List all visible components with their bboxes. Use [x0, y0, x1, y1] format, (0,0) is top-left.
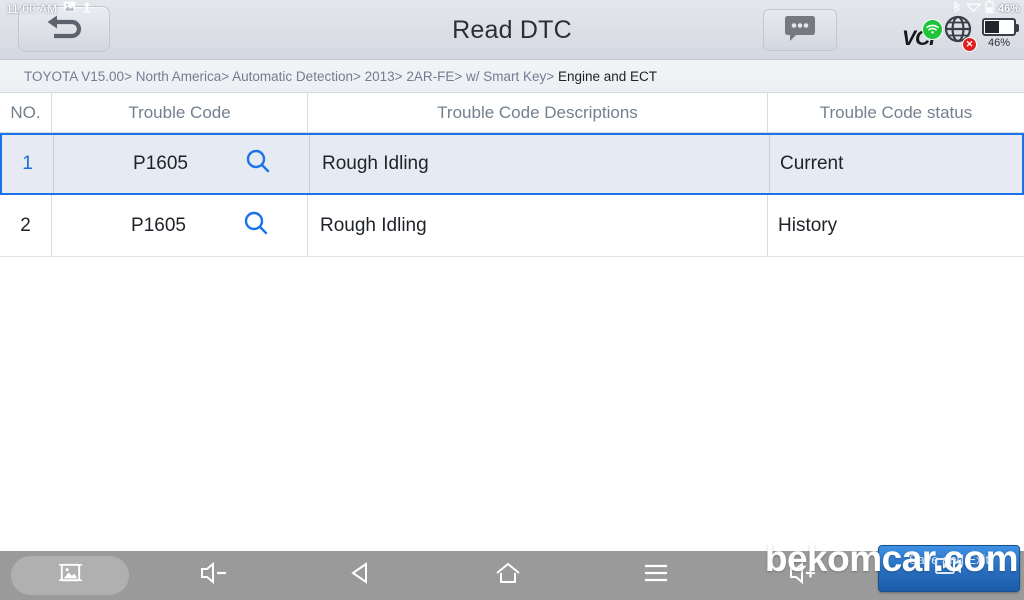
- trouble-code-value: P1605: [131, 214, 186, 236]
- breadcrumb-separator: >: [221, 68, 230, 84]
- column-header-no: NO.: [10, 102, 41, 122]
- cell-status: History: [767, 195, 1024, 256]
- dtc-table: NO. Trouble Code Trouble Code Descriptio…: [0, 93, 1024, 551]
- vci-indicator[interactable]: VCI: [902, 19, 943, 49]
- column-header-description: Trouble Code Descriptions: [307, 93, 767, 132]
- breadcrumb-item-1[interactable]: North America: [136, 69, 222, 84]
- chat-button[interactable]: [763, 9, 837, 51]
- save-and-exit-label: Save and Exit: [908, 552, 990, 567]
- column-header-code: Trouble Code: [51, 93, 307, 132]
- column-header-status: Trouble Code status: [767, 93, 1024, 132]
- breadcrumb-item-0[interactable]: TOYOTA V15.00: [24, 69, 124, 84]
- search-icon[interactable]: [244, 147, 272, 181]
- screenshot-button[interactable]: [0, 551, 140, 600]
- chat-bubble-icon: [783, 14, 817, 47]
- cell-status: Current: [769, 135, 1022, 193]
- breadcrumb-bar: TOYOTA V15.00> North America> Automatic …: [0, 60, 1024, 93]
- network-error-icon: ✕: [962, 37, 977, 52]
- android-navigation-bar: Save and Exit: [0, 545, 1024, 600]
- battery-indicator: 46%: [982, 18, 1019, 49]
- header-status-icons: VCI ✕ 46%: [902, 14, 1019, 52]
- page-title: Read DTC: [452, 15, 572, 44]
- battery-icon: [982, 18, 1019, 36]
- cell-trouble-code: P1605: [51, 195, 307, 256]
- app-root: 11:00 AM 46% Read DTC VCI ✕ 46% TOYOTA V…: [0, 0, 1024, 600]
- breadcrumb-item-3[interactable]: 2013: [365, 69, 395, 84]
- back-button-nav[interactable]: [287, 551, 434, 600]
- breadcrumb-separator: >: [546, 68, 555, 84]
- volume-up-button[interactable]: [729, 551, 876, 600]
- cell-no: 1: [22, 153, 33, 174]
- trouble-code-value: P1605: [133, 153, 188, 174]
- breadcrumb-separator: >: [352, 68, 361, 84]
- cell-description: Rough Idling: [307, 195, 767, 256]
- search-icon[interactable]: [242, 209, 270, 243]
- breadcrumb-item-4[interactable]: 2AR-FE: [406, 69, 454, 84]
- table-row[interactable]: 2 P1605 Rough Idling History: [0, 195, 1024, 257]
- app-header: 11:00 AM 46% Read DTC VCI ✕ 46%: [0, 0, 1024, 60]
- volume-up-icon: [786, 560, 820, 591]
- back-triangle-icon: [348, 560, 374, 591]
- screenshot-icon: [57, 560, 84, 592]
- table-header-row: NO. Trouble Code Trouble Code Descriptio…: [0, 93, 1024, 133]
- home-icon: [494, 560, 522, 591]
- breadcrumb-item-5[interactable]: w/ Smart Key: [466, 69, 546, 84]
- breadcrumb[interactable]: TOYOTA V15.00> North America> Automatic …: [24, 69, 657, 84]
- home-button[interactable]: [435, 551, 582, 600]
- breadcrumb-item-2[interactable]: Automatic Detection: [232, 69, 353, 84]
- cell-no: 2: [20, 214, 31, 236]
- wifi-connected-icon: [922, 19, 943, 40]
- menu-icon: [642, 561, 670, 590]
- network-indicator[interactable]: ✕: [943, 14, 977, 52]
- battery-percent-label: 46%: [987, 37, 1011, 49]
- breadcrumb-separator: >: [124, 68, 132, 84]
- breadcrumb-separator: >: [394, 68, 403, 84]
- menu-button[interactable]: [582, 551, 729, 600]
- breadcrumb-item-current: Engine and ECT: [557, 68, 657, 84]
- table-row[interactable]: 1 P1605 Rough Idling Current: [0, 133, 1024, 195]
- breadcrumb-separator: >: [454, 68, 463, 84]
- volume-down-button[interactable]: [140, 551, 287, 600]
- save-and-exit-button[interactable]: Save and Exit: [878, 545, 1020, 592]
- volume-down-icon: [197, 560, 231, 591]
- cell-description: Rough Idling: [309, 135, 769, 193]
- cell-trouble-code: P1605: [53, 135, 309, 193]
